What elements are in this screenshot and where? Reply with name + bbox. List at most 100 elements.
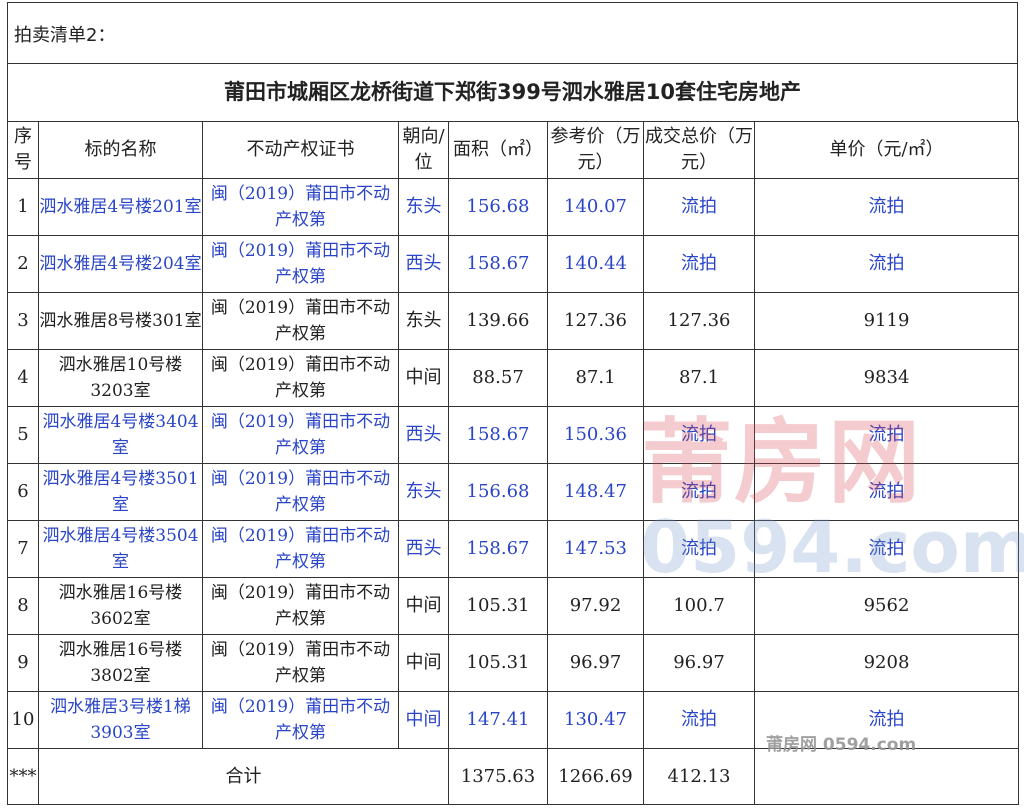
row-ref-price: 140.44: [547, 235, 644, 293]
row-unit-price: 流拍: [754, 235, 1019, 293]
total-label: 合计: [38, 748, 449, 805]
row-no: 5: [7, 406, 39, 464]
row-ref-price: 130.47: [547, 691, 644, 749]
row-orient: 东头: [398, 292, 449, 350]
row-unit-price: 流拍: [754, 178, 1019, 236]
row-area: 139.66: [448, 292, 548, 350]
row-no: 7: [7, 520, 39, 578]
row-no: 4: [7, 349, 39, 407]
row-area: 156.68: [448, 178, 548, 236]
col-name: 标的名称: [38, 121, 203, 179]
col-cert: 不动产权证书: [202, 121, 399, 179]
row-area: 158.67: [448, 235, 548, 293]
row-no: 6: [7, 463, 39, 521]
row-no: 3: [7, 292, 39, 350]
table-row: 10 泗水雅居3号楼1梯3903室 闽（2019）莆田市不动产权第 中间 147.41 1…: [7, 691, 1019, 749]
col-unit-price: 单价（元/㎡）: [754, 121, 1019, 179]
list-title: 拍卖清单2：: [7, 2, 1018, 64]
row-ref-price: 140.07: [547, 178, 644, 236]
row-unit-price: 9208: [754, 634, 1019, 692]
row-orient: 东头: [398, 178, 449, 236]
table-row: 1 泗水雅居4号楼201室 闽（2019）莆田市不动产权第 东头 156.68 140.0…: [7, 178, 1019, 236]
row-cert: 闽（2019）莆田市不动产权第: [202, 178, 399, 236]
row-deal-price: 流拍: [643, 463, 755, 521]
row-area: 88.57: [448, 349, 548, 407]
row-deal-price: 流拍: [643, 235, 755, 293]
table-row: 5 泗水雅居4号楼3404室 闽（2019）莆田市不动产权第 西头 158.67 150.…: [7, 406, 1019, 464]
row-orient: 中间: [398, 691, 449, 749]
row-deal-price: 96.97: [643, 634, 755, 692]
row-name: 泗水雅居4号楼3501室: [38, 463, 203, 521]
col-deal-price: 成交总价（万元）: [643, 121, 755, 179]
main-title: 莆田市城厢区龙桥街道下郑街399号泗水雅居10套住宅房地产: [7, 63, 1018, 122]
row-deal-price: 100.7: [643, 577, 755, 635]
row-area: 158.67: [448, 406, 548, 464]
total-area: 1375.63: [448, 748, 548, 805]
row-cert: 闽（2019）莆田市不动产权第: [202, 235, 399, 293]
row-orient: 西头: [398, 520, 449, 578]
row-deal-price: 流拍: [643, 691, 755, 749]
total-deal-price: 412.13: [643, 748, 755, 805]
row-cert: 闽（2019）莆田市不动产权第: [202, 349, 399, 407]
row-name: 泗水雅居3号楼1梯3903室: [38, 691, 203, 749]
total-unit-price: [754, 748, 1019, 805]
row-cert: 闽（2019）莆田市不动产权第: [202, 292, 399, 350]
col-ref-price: 参考价（万元）: [547, 121, 644, 179]
row-unit-price: 9119: [754, 292, 1019, 350]
row-area: 156.68: [448, 463, 548, 521]
row-area: 105.31: [448, 577, 548, 635]
auction-table: 序号 标的名称 不动产权证书 朝向/位 面积（㎡） 参考价（万元） 成交总价（万…: [7, 121, 1019, 805]
table-row: 2 泗水雅居4号楼204室 闽（2019）莆田市不动产权第 西头 158.67 140.4…: [7, 235, 1019, 293]
row-cert: 闽（2019）莆田市不动产权第: [202, 577, 399, 635]
col-area: 面积（㎡）: [448, 121, 548, 179]
row-no: 1: [7, 178, 39, 236]
row-orient: 东头: [398, 463, 449, 521]
row-cert: 闽（2019）莆田市不动产权第: [202, 520, 399, 578]
row-no: 10: [7, 691, 39, 749]
row-name: 泗水雅居16号楼3602室: [38, 577, 203, 635]
row-name: 泗水雅居10号楼3203室: [38, 349, 203, 407]
row-ref-price: 148.47: [547, 463, 644, 521]
row-no: 2: [7, 235, 39, 293]
row-ref-price: 97.92: [547, 577, 644, 635]
row-name: 泗水雅居4号楼3504室: [38, 520, 203, 578]
row-cert: 闽（2019）莆田市不动产权第: [202, 634, 399, 692]
row-name: 泗水雅居8号楼301室: [38, 292, 203, 350]
table-row: 8 泗水雅居16号楼3602室 闽（2019）莆田市不动产权第 中间 105.31 97.…: [7, 577, 1019, 635]
row-ref-price: 147.53: [547, 520, 644, 578]
row-ref-price: 150.36: [547, 406, 644, 464]
row-unit-price: 流拍: [754, 691, 1019, 749]
row-deal-price: 87.1: [643, 349, 755, 407]
row-name: 泗水雅居4号楼201室: [38, 178, 203, 236]
row-orient: 西头: [398, 406, 449, 464]
header-row: 序号 标的名称 不动产权证书 朝向/位 面积（㎡） 参考价（万元） 成交总价（万…: [7, 121, 1019, 179]
table-row: 3 泗水雅居8号楼301室 闽（2019）莆田市不动产权第 东头 139.66 127.3…: [7, 292, 1019, 350]
col-no: 序号: [7, 121, 39, 179]
table-row: 7 泗水雅居4号楼3504室 闽（2019）莆田市不动产权第 西头 158.67 147.…: [7, 520, 1019, 578]
row-deal-price: 流拍: [643, 520, 755, 578]
row-orient: 中间: [398, 577, 449, 635]
row-unit-price: 流拍: [754, 520, 1019, 578]
row-cert: 闽（2019）莆田市不动产权第: [202, 463, 399, 521]
table-row: 9 泗水雅居16号楼3802室 闽（2019）莆田市不动产权第 中间 105.31 96.…: [7, 634, 1019, 692]
row-unit-price: 9562: [754, 577, 1019, 635]
table-row: 4 泗水雅居10号楼3203室 闽（2019）莆田市不动产权第 中间 88.57 87.1…: [7, 349, 1019, 407]
table-row: 6 泗水雅居4号楼3501室 闽（2019）莆田市不动产权第 东头 156.68 148.…: [7, 463, 1019, 521]
col-orient: 朝向/位: [398, 121, 449, 179]
total-row: *** 合计 1375.63 1266.69 412.13: [7, 748, 1019, 805]
row-ref-price: 127.36: [547, 292, 644, 350]
row-deal-price: 127.36: [643, 292, 755, 350]
row-orient: 中间: [398, 634, 449, 692]
row-area: 105.31: [448, 634, 548, 692]
row-deal-price: 流拍: [643, 406, 755, 464]
row-no: 9: [7, 634, 39, 692]
row-unit-price: 流拍: [754, 463, 1019, 521]
total-no: ***: [7, 748, 39, 805]
row-area: 158.67: [448, 520, 548, 578]
row-name: 泗水雅居4号楼204室: [38, 235, 203, 293]
row-cert: 闽（2019）莆田市不动产权第: [202, 406, 399, 464]
row-ref-price: 87.1: [547, 349, 644, 407]
row-ref-price: 96.97: [547, 634, 644, 692]
row-cert: 闽（2019）莆田市不动产权第: [202, 691, 399, 749]
row-deal-price: 流拍: [643, 178, 755, 236]
